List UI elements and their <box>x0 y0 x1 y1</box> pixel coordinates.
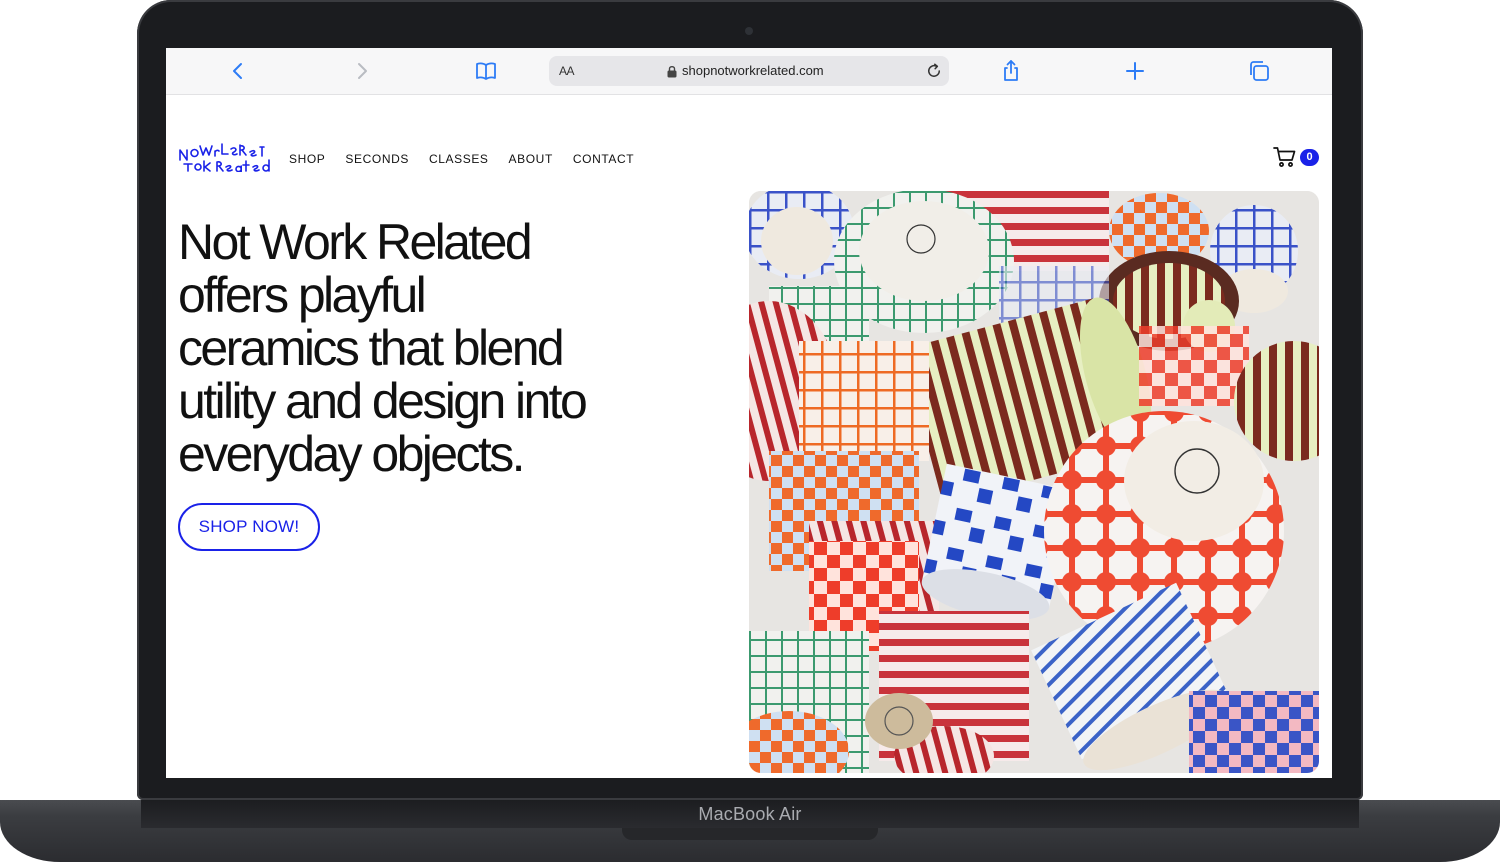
book-icon <box>476 62 496 80</box>
shop-now-button[interactable]: SHOP NOW! <box>178 503 320 551</box>
reader-options-button[interactable]: AA <box>559 64 575 78</box>
back-button[interactable] <box>226 59 250 83</box>
forward-button[interactable] <box>350 59 374 83</box>
hero-line: ceramics that blend <box>178 320 565 376</box>
share-button[interactable] <box>999 59 1023 83</box>
bookmarks-button[interactable] <box>474 59 498 83</box>
site-logo-mark <box>179 143 270 172</box>
hero-line: Not Work Related <box>178 214 533 270</box>
tabs-button[interactable] <box>1247 59 1271 83</box>
tabs-icon <box>1250 61 1269 81</box>
chevron-right-icon <box>358 63 367 79</box>
screen: AA shopnotworkrelated.com SHOP SECONDS C… <box>166 48 1332 778</box>
laptop-notch <box>622 828 878 840</box>
share-icon <box>1004 60 1018 81</box>
site-logo[interactable] <box>178 140 272 172</box>
hero-line: offers playful <box>178 267 427 323</box>
cart-count-badge: 0 <box>1300 149 1319 166</box>
hero-line: everyday objects. <box>178 426 525 482</box>
url-text: shopnotworkrelated.com <box>682 63 824 78</box>
hero-line: utility and design into <box>178 373 588 429</box>
nav-about[interactable]: ABOUT <box>509 152 553 166</box>
camera-icon <box>745 27 753 35</box>
new-tab-button[interactable] <box>1123 59 1147 83</box>
browser-toolbar: AA shopnotworkrelated.com <box>166 48 1332 95</box>
nav-classes[interactable]: CLASSES <box>429 152 489 166</box>
ceramics-illustration <box>749 191 1319 773</box>
hero-headline: Not Work Related offers playful ceramics… <box>178 216 718 481</box>
plus-icon <box>1126 62 1144 80</box>
address-bar[interactable]: AA shopnotworkrelated.com <box>549 56 949 86</box>
lock-icon <box>667 66 677 78</box>
nav-contact[interactable]: CONTACT <box>573 152 634 166</box>
cart-button[interactable] <box>1273 146 1297 168</box>
nav-shop[interactable]: SHOP <box>289 152 325 166</box>
reload-icon <box>928 63 940 77</box>
reload-button[interactable] <box>925 62 943 80</box>
nav-seconds[interactable]: SECONDS <box>345 152 409 166</box>
hero-ceramics-photo <box>749 191 1319 773</box>
model-label: MacBook Air <box>698 804 802 824</box>
cart-icon <box>1273 147 1296 167</box>
main-nav: SHOP SECONDS CLASSES ABOUT CONTACT <box>289 152 654 166</box>
chevron-left-icon <box>233 63 242 79</box>
